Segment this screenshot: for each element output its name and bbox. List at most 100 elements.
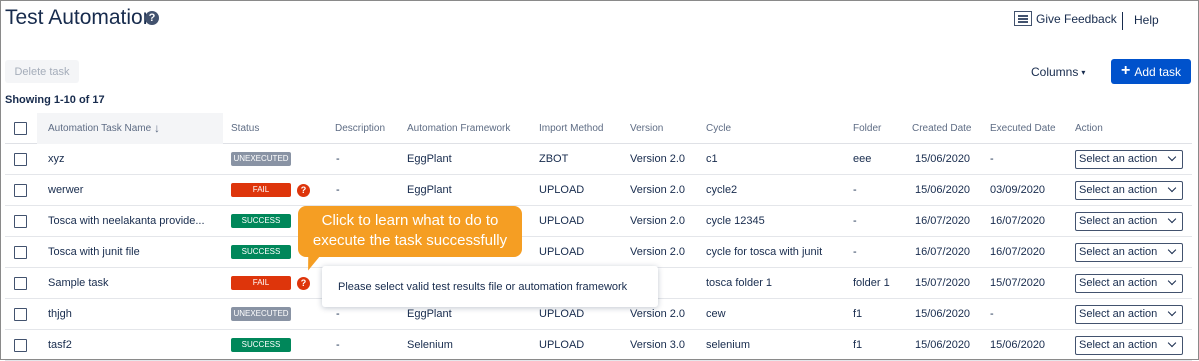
chevron-down-icon (1167, 307, 1177, 317)
cell-created-date: 15/06/2020 (915, 153, 971, 165)
help-link[interactable]: Help (1134, 13, 1159, 27)
row-checkbox-cell[interactable] (14, 330, 27, 360)
cell-automation-framework: EggPlant (407, 184, 452, 196)
cell-created-date: 15/07/2020 (915, 277, 971, 289)
cell-import-method: UPLOAD (539, 246, 585, 258)
cell-folder: folder 1 (853, 277, 890, 289)
row-checkbox-cell[interactable] (14, 206, 27, 236)
row-checkbox[interactable] (14, 183, 27, 197)
row-checkbox[interactable] (14, 152, 27, 166)
action-select[interactable]: Select an action (1075, 180, 1183, 200)
delete-task-button[interactable]: Delete task (5, 60, 79, 83)
cell-created-date: 15/06/2020 (915, 339, 971, 351)
status-badge: FAIL (231, 183, 291, 197)
col-executed-date[interactable]: Executed Date (990, 113, 1056, 143)
cell-executed-date: 16/07/2020 (990, 215, 1046, 227)
col-import-method[interactable]: Import Method (539, 113, 603, 143)
cell-automation-framework: EggPlant (407, 153, 452, 165)
cell-action[interactable]: Select an action (1075, 175, 1183, 205)
columns-label: Columns (1031, 65, 1079, 79)
question-icon[interactable]: ? (297, 183, 310, 197)
row-checkbox-cell[interactable] (14, 175, 27, 205)
action-select[interactable]: Select an action (1075, 304, 1183, 324)
chevron-down-icon (1167, 152, 1177, 162)
row-checkbox[interactable] (14, 245, 27, 259)
row-checkbox[interactable] (14, 214, 27, 228)
table-header-row: Automation Task Name ↓ Status Descriptio… (5, 113, 1192, 144)
table-row: werwer - EggPlant UPLOAD Version 2.0 cycle2 - 1… (5, 175, 1192, 206)
status-badge: SUCCESS (231, 245, 291, 259)
cell-status: FAIL ? (231, 268, 310, 298)
col-created-date[interactable]: Created Date (912, 113, 971, 143)
cell-task-name[interactable]: xyz (48, 144, 65, 174)
columns-dropdown[interactable]: Columns ▾ (1031, 65, 1085, 79)
cell-folder: - (853, 184, 857, 196)
cell-created-date: 16/07/2020 (915, 215, 971, 227)
action-select[interactable]: Select an action (1075, 149, 1183, 169)
cell-action[interactable]: Select an action (1075, 144, 1183, 174)
cell-cycle: cycle2 (706, 184, 738, 196)
status-badge: SUCCESS (231, 338, 291, 352)
cell-task-name[interactable]: Tosca with junit file (48, 237, 140, 267)
action-select[interactable]: Select an action (1075, 273, 1183, 293)
caret-down-icon: ▾ (1081, 68, 1086, 77)
action-select[interactable]: Select an action (1075, 242, 1183, 262)
cell-folder: f1 (853, 308, 863, 320)
cell-cycle: selenium (706, 339, 751, 351)
row-checkbox[interactable] (14, 338, 27, 352)
cell-version: Version 2.0 (630, 246, 686, 258)
cell-folder: eee (853, 153, 872, 165)
action-select[interactable]: Select an action (1075, 335, 1183, 355)
col-version[interactable]: Version (630, 113, 663, 143)
row-checkbox-cell[interactable] (14, 268, 27, 298)
row-checkbox-cell[interactable] (14, 144, 27, 174)
cell-folder: - (853, 215, 857, 227)
row-checkbox-cell[interactable] (14, 237, 27, 267)
action-select-value: Select an action (1079, 339, 1158, 351)
select-all-checkbox-cell[interactable] (14, 113, 27, 143)
question-icon[interactable]: ? (297, 276, 310, 290)
col-automation-framework[interactable]: Automation Framework (407, 113, 510, 143)
row-checkbox[interactable] (14, 307, 27, 321)
col-automation-task-name[interactable]: Automation Task Name ↓ (48, 113, 160, 143)
cell-task-name[interactable]: werwer (48, 175, 83, 205)
automation-task-table: Automation Task Name ↓ Status Descriptio… (5, 113, 1192, 361)
feedback-icon (1014, 11, 1032, 26)
cell-description: - (336, 339, 340, 351)
cell-created-date: 15/06/2020 (915, 308, 971, 320)
plus-icon: + (1120, 61, 1131, 79)
cell-status: SUCCESS (231, 330, 291, 360)
col-status[interactable]: Status (231, 113, 259, 143)
row-checkbox-cell[interactable] (14, 299, 27, 329)
cell-cycle: tosca folder 1 (706, 277, 773, 289)
col-description[interactable]: Description (335, 113, 385, 143)
cell-action[interactable]: Select an action (1075, 237, 1183, 267)
col-folder[interactable]: Folder (853, 113, 881, 143)
select-all-checkbox[interactable] (14, 121, 27, 135)
cell-action[interactable]: Select an action (1075, 330, 1183, 360)
action-select[interactable]: Select an action (1075, 211, 1183, 231)
add-task-button[interactable]: + Add task (1111, 59, 1191, 84)
cell-task-name[interactable]: tasf2 (48, 330, 72, 360)
help-icon[interactable]: ? (145, 11, 159, 25)
col-action: Action (1075, 122, 1103, 134)
give-feedback-link[interactable]: Give Feedback (1014, 11, 1117, 26)
page-title: Test Automation (5, 6, 155, 29)
cell-action[interactable]: Select an action (1075, 268, 1183, 298)
cell-version: Version 2.0 (630, 153, 686, 165)
cell-task-name[interactable]: thjgh (48, 299, 72, 329)
action-select-value: Select an action (1079, 184, 1158, 196)
cell-task-name[interactable]: Tosca with neelakanta provide... (48, 206, 205, 236)
cell-action[interactable]: Select an action (1075, 299, 1183, 329)
col-cycle[interactable]: Cycle (706, 113, 731, 143)
cell-cycle: cew (706, 308, 726, 320)
chevron-down-icon (1167, 245, 1177, 255)
status-badge: UNEXECUTED (231, 307, 291, 321)
cell-action[interactable]: Select an action (1075, 206, 1183, 236)
cell-task-name[interactable]: Sample task (48, 268, 109, 298)
table-row: Tosca with neelakanta provide... UPLOAD Ve… (5, 206, 1192, 237)
cell-cycle: c1 (706, 153, 718, 165)
cell-folder: f1 (853, 339, 863, 351)
row-checkbox[interactable] (14, 276, 27, 290)
cell-automation-framework: Selenium (407, 339, 453, 351)
